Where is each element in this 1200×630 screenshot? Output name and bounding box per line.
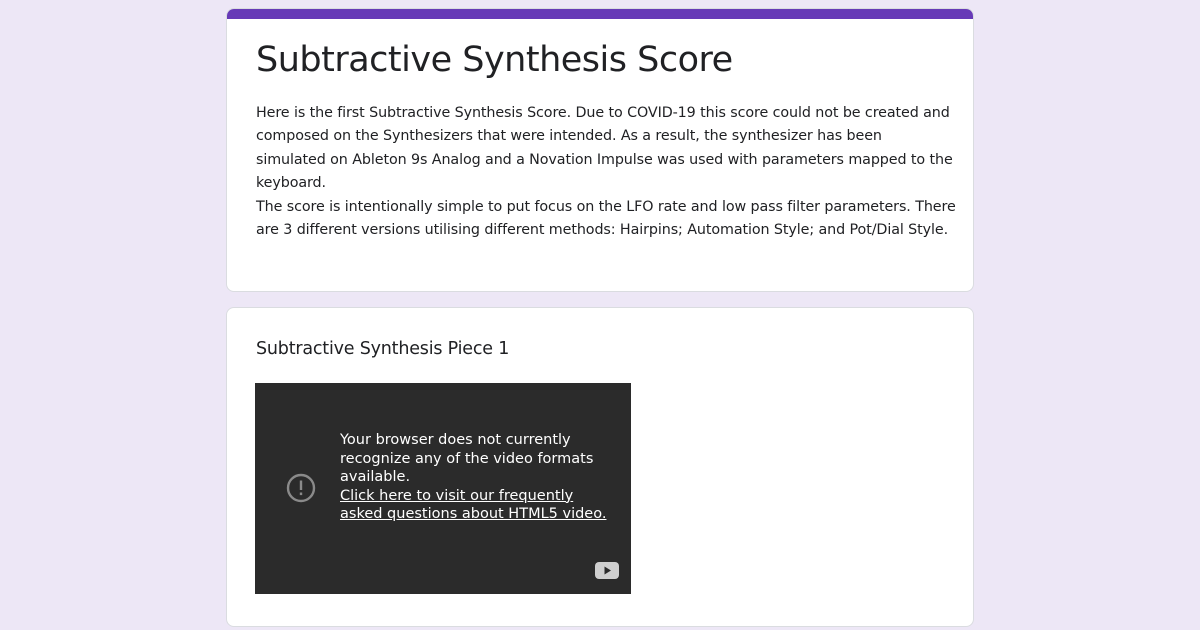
video-error-message: Your browser does not currently recogniz…	[340, 431, 608, 524]
html5-faq-link[interactable]: Click here to visit our frequently asked…	[340, 487, 608, 524]
item-title: Subtractive Synthesis Piece 1	[256, 339, 510, 359]
accent-bar	[227, 9, 973, 19]
error-outline-icon	[286, 473, 316, 503]
form-description: Here is the first Subtractive Synthesis …	[256, 102, 956, 242]
form-description-paragraph-2: The score is intentionally simple to put…	[256, 198, 956, 239]
video-item-card: Subtractive Synthesis Piece 1 Your brows…	[226, 307, 974, 627]
form-page: Subtractive Synthesis Score Here is the …	[0, 0, 1200, 630]
form-header-card: Subtractive Synthesis Score Here is the …	[226, 8, 974, 292]
form-title: Subtractive Synthesis Score	[256, 40, 733, 80]
video-error-text: Your browser does not currently recogniz…	[340, 432, 594, 486]
youtube-icon[interactable]	[595, 562, 619, 579]
form-description-paragraph-1: Here is the first Subtractive Synthesis …	[256, 105, 953, 192]
video-player[interactable]: Your browser does not currently recogniz…	[255, 383, 631, 594]
